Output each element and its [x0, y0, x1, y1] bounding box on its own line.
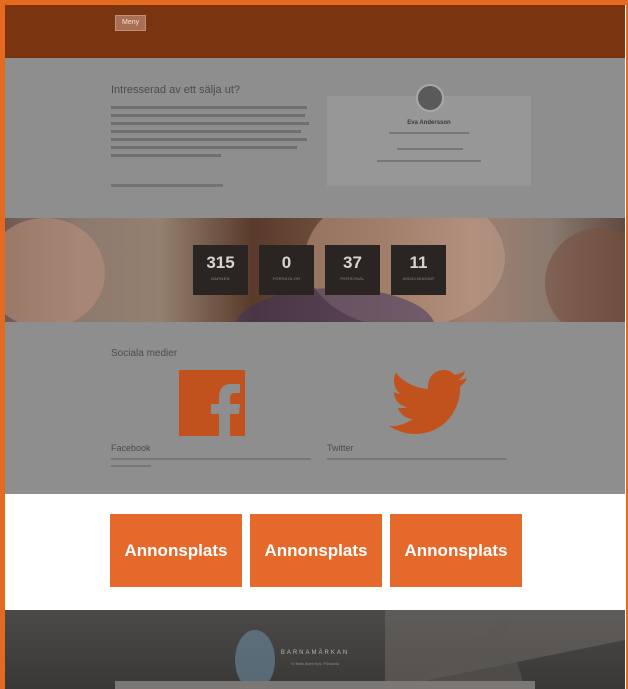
contact-card: Eva Andersson	[327, 84, 531, 186]
stat-staff: 37 PERSONAL	[325, 245, 380, 295]
ad-section: Annonsplats Annonsplats Annonsplats	[5, 494, 625, 610]
frame-left-border	[0, 0, 5, 689]
contact-name: Eva Andersson	[407, 120, 451, 126]
ad-slot-3[interactable]: Annonsplats	[390, 514, 522, 587]
stat-value: 0	[281, 253, 292, 272]
page: Meny Intresserad av ett sälja ut? Eva An…	[0, 0, 628, 689]
contact-email-link[interactable]	[397, 148, 463, 150]
ad-label: Annonsplats	[264, 540, 368, 560]
facebook-label: Facebook	[111, 443, 151, 453]
interest-footnote	[111, 184, 223, 187]
menu-button[interactable]: Meny	[115, 15, 147, 31]
footer-subtitle: Vi finns även hos: Förskola	[291, 661, 339, 666]
facebook-f-icon	[211, 384, 240, 436]
hero-banner: 315 BARNEN 0 FÖRSKOLOR 37 PERSONAL 11 AV…	[5, 218, 625, 322]
ad-slot-2[interactable]: Annonsplats	[250, 514, 382, 587]
interest-text	[111, 106, 311, 162]
stat-label: FÖRSKOLOR	[272, 276, 301, 281]
facebook-description	[111, 458, 311, 460]
stat-children: 315 BARNEN	[193, 245, 248, 295]
contact-divider	[377, 160, 481, 162]
twitter-label: Twitter	[327, 443, 354, 453]
footer-search-input[interactable]	[115, 681, 535, 689]
facebook-description-end	[111, 465, 151, 467]
interest-title: Intresserad av ett sälja ut?	[111, 84, 241, 96]
stat-label: PERSONAL	[340, 276, 365, 281]
twitter-icon[interactable]	[389, 370, 467, 436]
stat-value: 37	[343, 253, 362, 272]
stat-preschools: 0 FÖRSKOLOR	[259, 245, 314, 295]
social-title: Sociala medier	[111, 348, 178, 359]
footer-title: BARNAMÄRKAN	[280, 650, 350, 656]
site-header: Meny	[5, 5, 625, 58]
avatar	[416, 84, 444, 112]
stat-departments: 11 AVDELNINGAR	[391, 245, 446, 295]
site-footer: BARNAMÄRKAN Vi finns även hos: Förskola	[5, 610, 625, 689]
ad-slot-1[interactable]: Annonsplats	[110, 514, 242, 587]
ad-label: Annonsplats	[124, 540, 228, 560]
stat-value: 11	[409, 253, 428, 272]
contact-detail	[389, 132, 469, 134]
twitter-description	[327, 458, 507, 460]
stat-value: 315	[206, 253, 235, 272]
frame-top-border	[0, 0, 628, 5]
stat-label: BARNEN	[211, 276, 230, 281]
stat-label: AVDELNINGAR	[402, 276, 435, 281]
ad-label: Annonsplats	[404, 540, 508, 560]
